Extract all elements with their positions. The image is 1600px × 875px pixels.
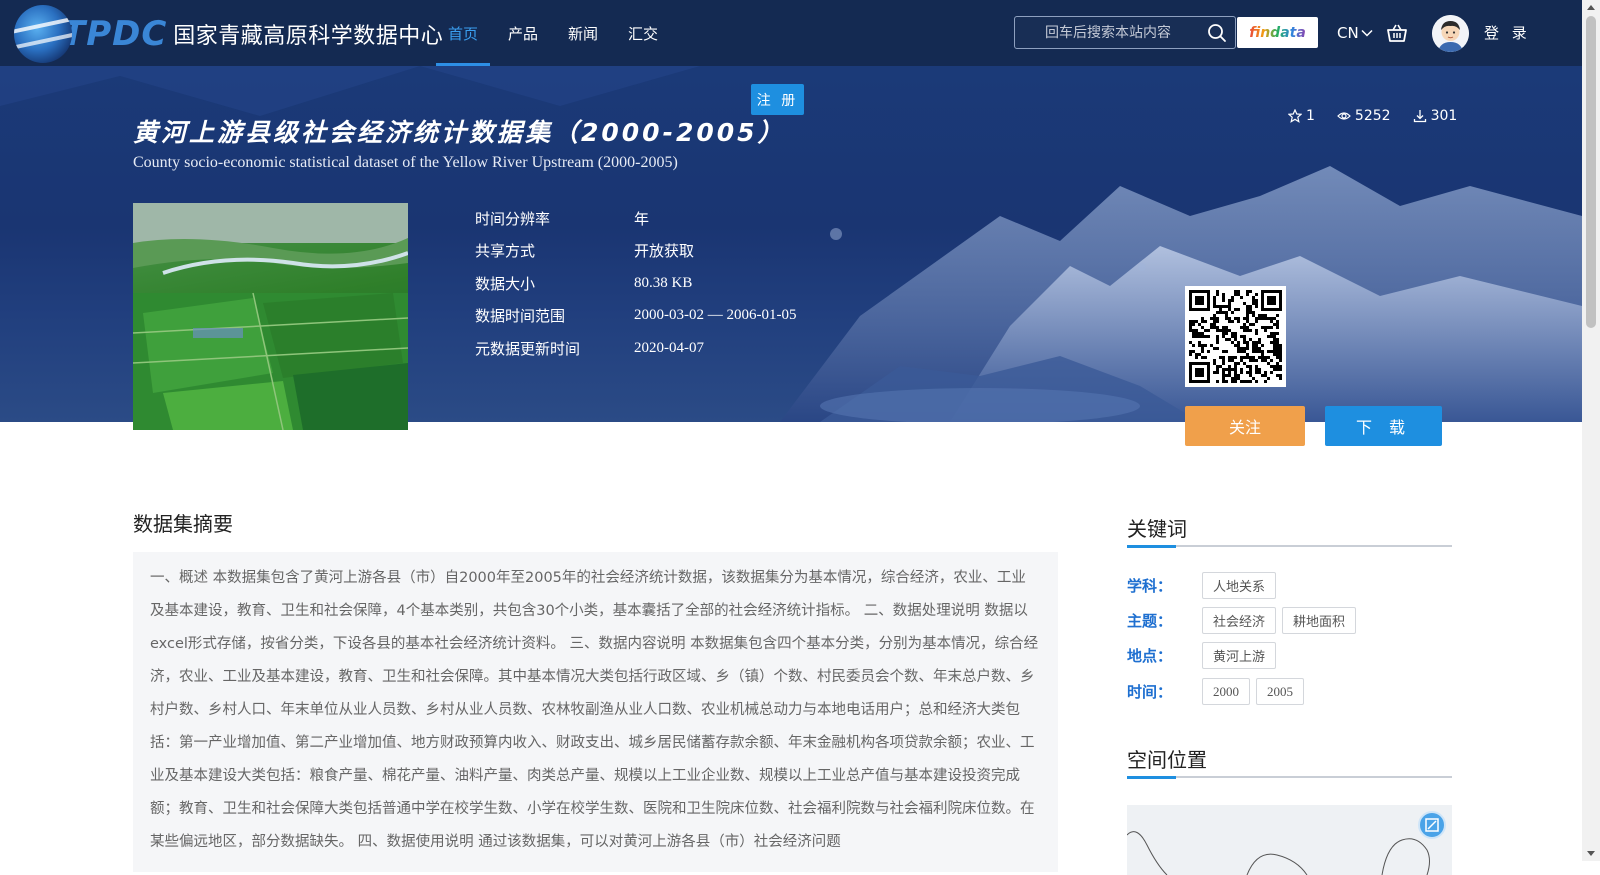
scrollbar-thumb[interactable] <box>1586 16 1596 328</box>
logo-abbr: TPDC <box>62 14 168 54</box>
meta-value: 年 <box>634 211 650 228</box>
abstract-text: 一、概述 本数据集包含了黄河上游各县（市）自2000年至2005年的社会经济统计… <box>150 570 1039 850</box>
star-count-value: 1 <box>1306 108 1315 124</box>
login-link[interactable]: 登 录 <box>1484 22 1531 43</box>
findata-label: findata <box>1249 24 1306 41</box>
language-switch[interactable]: CN <box>1337 24 1373 42</box>
qr-code <box>1185 286 1286 387</box>
dataset-stats: 1 5252 301 <box>1288 108 1457 124</box>
location-divider <box>1127 776 1452 779</box>
findata-button[interactable]: findata <box>1237 17 1318 48</box>
farmland-thumbnail <box>133 203 408 430</box>
download-icon <box>1413 110 1426 123</box>
user-avatar-icon <box>1432 15 1469 52</box>
globe-logo-icon <box>14 5 72 63</box>
meta-row: 数据大小 80.38 KB <box>475 267 796 300</box>
dataset-cover-image <box>133 203 408 430</box>
register-button[interactable]: 注 册 <box>751 84 804 115</box>
avatar[interactable] <box>1432 15 1469 52</box>
keywords-divider <box>1127 545 1452 548</box>
nav-item-home[interactable]: 首页 <box>436 0 491 66</box>
nav-item-submit[interactable]: 汇交 <box>616 0 670 66</box>
view-count-value: 5252 <box>1354 108 1391 124</box>
dataset-title-en: County socio-economic statistical datase… <box>133 154 678 171</box>
search-icon[interactable] <box>1207 23 1227 43</box>
keyword-label: 地点： <box>1127 647 1173 665</box>
map-outline <box>1127 831 1430 875</box>
logo-name: 国家青藏高原科学数据中心 <box>173 24 444 49</box>
keyword-label: 时间： <box>1127 683 1173 701</box>
keyword-row-place: 地点： 黄河上游 <box>1127 642 1282 669</box>
meta-key: 共享方式 <box>475 242 536 261</box>
eye-icon <box>1337 112 1351 120</box>
download-button[interactable]: 下 载 <box>1325 406 1442 446</box>
location-map[interactable] <box>1127 805 1452 875</box>
keyword-tag[interactable]: 人地关系 <box>1202 572 1277 599</box>
scroll-up-arrow-icon[interactable] <box>1587 5 1595 10</box>
meta-value: 80.38 KB <box>634 274 693 291</box>
keywords-title: 关键词 <box>1127 517 1187 541</box>
follow-button[interactable]: 关注 <box>1185 406 1305 446</box>
download-count-value: 301 <box>1430 108 1458 124</box>
search-input[interactable] <box>1015 17 1195 48</box>
qr-code-icon <box>1189 290 1282 383</box>
language-label: CN <box>1337 24 1359 42</box>
keyword-row-time: 时间： 2000 2005 <box>1127 678 1310 705</box>
expand-icon <box>1425 818 1439 832</box>
keyword-tag[interactable]: 2005 <box>1256 678 1304 705</box>
keyword-row-theme: 主题： 社会经济 耕地面积 <box>1127 607 1362 634</box>
scroll-down-arrow-icon[interactable] <box>1587 851 1595 856</box>
meta-key: 数据时间范围 <box>475 307 566 326</box>
basket-icon[interactable] <box>1386 22 1408 44</box>
meta-row: 时间分辨率 年 <box>475 202 796 235</box>
keyword-tag[interactable]: 社会经济 <box>1202 607 1277 634</box>
dataset-title-cn: 黄河上游县级社会经济统计数据集（2000-2005） <box>133 118 786 147</box>
meta-value: 开放获取 <box>634 244 695 261</box>
search-box <box>1014 16 1236 49</box>
page-scrollbar[interactable] <box>1582 0 1600 861</box>
keyword-tag[interactable]: 耕地面积 <box>1282 607 1357 634</box>
star-count[interactable]: 1 <box>1288 108 1315 124</box>
location-title: 空间位置 <box>1127 748 1207 772</box>
keyword-row-discipline: 学科： 人地关系 <box>1127 572 1282 599</box>
keyword-label: 学科： <box>1127 577 1173 595</box>
meta-key: 数据大小 <box>475 274 536 293</box>
download-count: 301 <box>1413 108 1458 124</box>
dataset-metadata: 时间分辨率 年 共享方式 开放获取 数据大小 80.38 KB 数据时间范围 2… <box>475 202 796 365</box>
top-navbar: TPDC 国家青藏高原科学数据中心 首页 产品 新闻 汇交 findata CN <box>0 0 1582 66</box>
view-count: 5252 <box>1337 108 1391 124</box>
star-icon <box>1288 109 1302 123</box>
meta-row: 共享方式 开放获取 <box>475 235 796 268</box>
keyword-label: 主题： <box>1127 612 1173 630</box>
nav-item-news[interactable]: 新闻 <box>556 0 610 66</box>
fullscreen-map-button[interactable] <box>1418 811 1446 839</box>
keyword-tag[interactable]: 2000 <box>1202 678 1250 705</box>
meta-row: 数据时间范围 2000-03-02 — 2006-01-05 <box>475 300 796 333</box>
meta-value: 2000-03-02 — 2006-01-05 <box>634 307 797 324</box>
keyword-tag[interactable]: 黄河上游 <box>1202 642 1277 669</box>
meta-key: 时间分辨率 <box>475 209 551 228</box>
chevron-down-icon <box>1361 29 1373 37</box>
meta-row: 元数据更新时间 2020-04-07 <box>475 332 796 365</box>
main-nav: 首页 产品 新闻 汇交 <box>436 0 676 66</box>
meta-key: 元数据更新时间 <box>475 339 581 358</box>
site-logo[interactable]: TPDC 国家青藏高原科学数据中心 <box>14 4 443 64</box>
abstract-box: 一、概述 本数据集包含了黄河上游各县（市）自2000年至2005年的社会经济统计… <box>133 552 1058 872</box>
meta-value: 2020-04-07 <box>634 339 704 356</box>
abstract-title: 数据集摘要 <box>133 512 233 536</box>
nav-item-products[interactable]: 产品 <box>496 0 550 66</box>
